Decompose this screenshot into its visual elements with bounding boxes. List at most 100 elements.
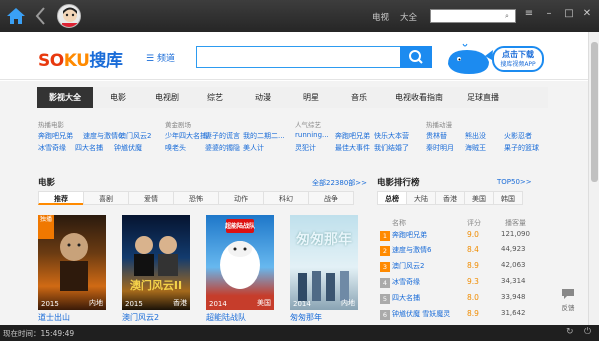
refresh-icon[interactable]: ↻: [566, 327, 574, 337]
vertical-scrollbar[interactable]: [588, 32, 599, 325]
hot-link[interactable]: 钟馗伏魔: [114, 143, 142, 153]
hot-link[interactable]: 贵林替: [426, 131, 447, 141]
all-link[interactable]: 大全: [400, 11, 417, 23]
rank-title[interactable]: 钟馗伏魔 雪妖魔灵: [392, 309, 450, 319]
ranking-row[interactable]: 4 冰雪奇缘 9.3 34,314: [377, 276, 532, 291]
poster-area: 内地: [89, 299, 103, 307]
tab-mainland[interactable]: 大陆: [406, 191, 436, 205]
nav-item-movie[interactable]: 电影: [93, 87, 143, 108]
rank-header-plays: 播客量: [505, 219, 526, 227]
soku-logo[interactable]: SOKU搜库: [38, 46, 123, 71]
rank-plays: 31,642: [501, 309, 526, 317]
search-button[interactable]: [400, 46, 432, 68]
movie-title-link[interactable]: 超能陆战队: [206, 312, 246, 323]
hot-link[interactable]: 最佳大事件: [335, 143, 370, 153]
power-icon[interactable]: ⏻: [584, 327, 591, 337]
hot-link[interactable]: 灵犯计: [295, 143, 316, 153]
all-movies-link[interactable]: 全部22380部>>: [312, 178, 367, 188]
rank-title[interactable]: 澳门风云2: [392, 261, 424, 271]
hot-link[interactable]: 海贼王: [465, 143, 486, 153]
rank-title[interactable]: 四大名捕: [392, 293, 420, 303]
hot-link[interactable]: 妻子的谎言: [205, 131, 240, 141]
nav-item-all[interactable]: 影视大全: [37, 87, 93, 108]
hot-link[interactable]: 果子的篮球: [504, 143, 539, 153]
tab-recommend[interactable]: 推荐: [38, 191, 84, 205]
movie-poster[interactable]: 超能陆战队 2014 美国: [206, 215, 274, 310]
movie-title-link[interactable]: 道士出山: [38, 312, 70, 323]
rank-title[interactable]: 奔跑吧兄弟: [392, 230, 427, 240]
hot-link[interactable]: 熊出没: [465, 131, 486, 141]
home-icon[interactable]: [6, 7, 26, 27]
ranking-row[interactable]: 5 四大名捕 8.0 33,948: [377, 292, 532, 307]
rank-score: 9.0: [467, 230, 479, 239]
channel-label: 频道: [156, 54, 175, 64]
tab-usa[interactable]: 美国: [464, 191, 494, 205]
hot-link[interactable]: 嗅老头: [165, 143, 186, 153]
hot-link[interactable]: 奔跑吧兄弟: [38, 131, 73, 141]
hot-link[interactable]: 四大名捕: [75, 143, 103, 153]
menu-icon[interactable]: ≡: [522, 8, 536, 19]
movie-poster[interactable]: 独播 2015 内地: [38, 215, 106, 310]
nav-item-tv-guide[interactable]: 电视收看指南: [383, 87, 455, 108]
tab-action[interactable]: 动作: [218, 191, 264, 205]
close-icon[interactable]: ✕: [580, 8, 594, 19]
tab-comedy[interactable]: 喜剧: [83, 191, 129, 205]
rank-plays: 44,923: [501, 245, 526, 253]
rank-score: 8.0: [467, 293, 479, 302]
tab-scifi[interactable]: 科幻: [263, 191, 309, 205]
feedback-button[interactable]: 反馈: [558, 288, 578, 312]
rank-number: 5: [380, 294, 390, 304]
back-arrow-icon[interactable]: [34, 6, 46, 28]
hot-link[interactable]: 我的二期二...: [243, 131, 285, 141]
hot-link[interactable]: 快乐大本营: [374, 131, 409, 141]
top50-link[interactable]: TOP50>>: [497, 178, 532, 186]
tv-link[interactable]: 电视: [372, 11, 389, 23]
hot-link[interactable]: 少年四大名捕: [165, 131, 207, 141]
tab-korea[interactable]: 韩国: [493, 191, 523, 205]
hot-link[interactable]: 我们结婚了: [374, 143, 409, 153]
user-avatar[interactable]: [57, 4, 81, 28]
tab-hongkong[interactable]: 香港: [435, 191, 465, 205]
tab-horror[interactable]: 恐怖: [173, 191, 219, 205]
movie-title-link[interactable]: 匆匆那年: [290, 312, 322, 323]
feedback-label: 反馈: [561, 304, 575, 312]
hot-link[interactable]: 火影忍者: [504, 131, 532, 141]
download-app-button[interactable]: 点击下载 搜库视频APP: [492, 46, 544, 72]
hot-link[interactable]: 澳门风云2: [119, 131, 151, 141]
search-input[interactable]: [196, 46, 401, 68]
rank-score: 8.9: [467, 261, 479, 270]
tab-romance[interactable]: 爱情: [128, 191, 174, 205]
ranking-row[interactable]: 3 澳门风云2 8.9 42,063: [377, 260, 532, 275]
hot-link[interactable]: running...: [295, 131, 329, 139]
movie-poster[interactable]: 澳门风云II 2015 香港: [122, 215, 190, 310]
rank-title[interactable]: 冰雪奇缘: [392, 277, 420, 287]
rank-title[interactable]: 速度与激情6: [392, 245, 431, 255]
movie-title-link[interactable]: 澳门风云2: [122, 312, 159, 323]
nav-item-tv[interactable]: 电视剧: [143, 87, 191, 108]
title-search-icon[interactable]: ⌕: [500, 10, 514, 22]
nav-item-anime[interactable]: 动漫: [239, 87, 287, 108]
movie-poster[interactable]: 匆匆那年 2014 内地: [290, 215, 358, 310]
scrollbar-thumb[interactable]: [591, 42, 598, 182]
hot-link[interactable]: 美人计: [243, 143, 264, 153]
hot-link[interactable]: 冰雪奇缘: [38, 143, 66, 153]
hot-link[interactable]: 速度与激情6: [83, 131, 122, 141]
ranking-row[interactable]: 1 奔跑吧兄弟 9.0 121,090: [377, 229, 532, 244]
nav-item-music[interactable]: 音乐: [335, 87, 383, 108]
minimize-icon[interactable]: –: [542, 8, 556, 19]
channel-menu[interactable]: ☰ 频道: [146, 51, 175, 64]
nav-item-variety[interactable]: 综艺: [191, 87, 239, 108]
hot-link[interactable]: 秦时明月: [426, 143, 454, 153]
rank-header-score: 评分: [467, 219, 481, 227]
hot-link[interactable]: 奔跑吧兄弟: [335, 131, 370, 141]
poster-area: 美国: [257, 299, 271, 307]
nav-item-football[interactable]: 足球直播: [455, 87, 511, 108]
tab-war[interactable]: 战争: [308, 191, 354, 205]
nav-item-stars[interactable]: 明星: [287, 87, 335, 108]
tab-overall[interactable]: 总榜: [377, 191, 407, 205]
ranking-row[interactable]: 6 钟馗伏魔 雪妖魔灵 8.9 31,642: [377, 308, 532, 323]
hot-link[interactable]: 婆婆的镯隐: [205, 143, 240, 153]
site-header: SOKU搜库 ☰ 频道 点击下载 搜库视频APP: [0, 32, 588, 80]
ranking-row[interactable]: 2 速度与激情6 8.4 44,923: [377, 244, 532, 259]
maximize-icon[interactable]: □: [562, 8, 576, 19]
